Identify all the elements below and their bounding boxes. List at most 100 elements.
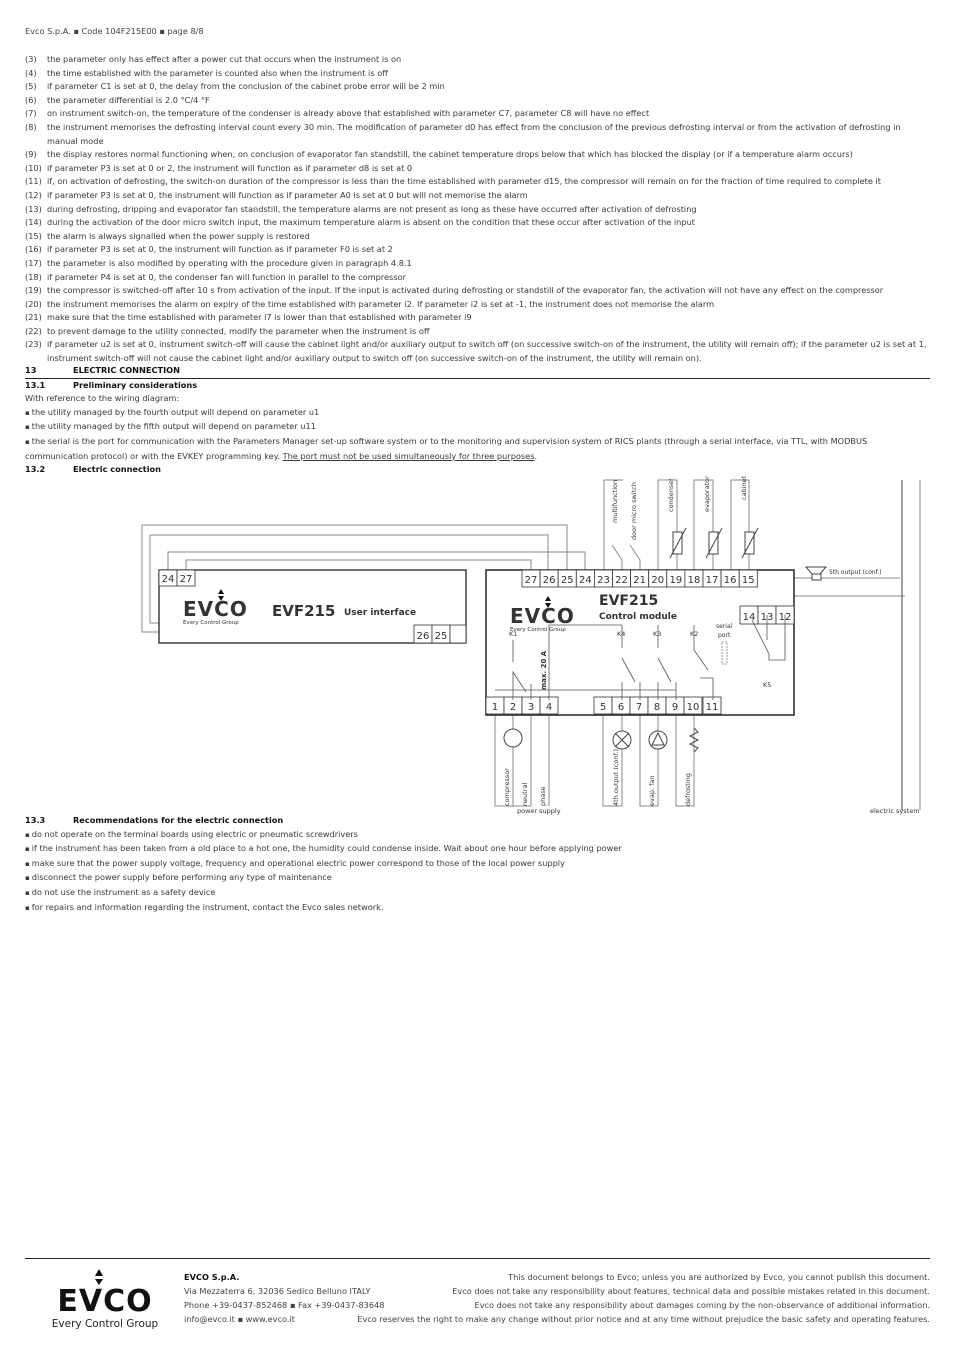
bullet-item: do not use the instrument as a safety de…	[25, 886, 930, 901]
relay-k5-label: K5	[763, 681, 771, 689]
svg-text:EVCO: EVCO	[57, 1284, 152, 1319]
output-label: compressor	[503, 768, 511, 806]
footnote-text: if parameter P3 is set at 0, the instrum…	[47, 244, 393, 255]
footnote-text: if, on activation of defrosting, the swi…	[47, 176, 881, 187]
footnote-number: (19)	[25, 285, 42, 296]
input-label: door micro switch	[630, 482, 638, 540]
svg-text:Every Control Group: Every Control Group	[52, 1318, 159, 1329]
footnote-text: if parameter P3 is set at 0 or 2, the in…	[47, 162, 413, 173]
cm-label: Control module	[599, 612, 677, 622]
footnote-number: (18)	[25, 271, 42, 282]
relay-k4-label: K4	[617, 630, 625, 638]
bullet-item: do not operate on the terminal boards us…	[25, 828, 930, 843]
footnote-item: (17) the parameter is also modified by op…	[25, 257, 930, 271]
footnote-item: (12) if parameter P3 is set at 0, the ins…	[25, 189, 930, 203]
footnote-number: (13)	[25, 203, 42, 214]
footnote-item: (19) the compressor is switched-off after…	[25, 284, 930, 298]
footnote-item: (21) make sure that the time established …	[25, 311, 930, 325]
ui-label: User interface	[344, 608, 416, 618]
footnote-text: the time established with the parameter …	[47, 67, 388, 78]
footnote-number: (12)	[25, 189, 42, 200]
footnote-number: (14)	[25, 217, 42, 228]
ui-terminal-label: 24	[162, 574, 175, 585]
footnote-number: (6)	[25, 94, 37, 105]
logo-wordmark: EVCO	[510, 604, 575, 628]
disclaimers: This document belongs to Evco; unless yo…	[357, 1272, 930, 1324]
footnote-item: (22) to prevent damage to the utility con…	[25, 325, 930, 339]
footnote-item: (15) the alarm is always signalled when t…	[25, 230, 930, 244]
bullet-item-serial: the serial is the port for communication…	[25, 435, 930, 463]
footnote-text: the alarm is always signalled when the p…	[47, 230, 310, 241]
wire	[167, 551, 586, 570]
output-label: neutral	[521, 783, 529, 806]
ui-terminal-label: 26	[417, 631, 430, 642]
cm-terminal-label: 1	[492, 702, 498, 713]
cm-terminal-label: 4	[546, 702, 552, 713]
cm-terminal-label: 6	[618, 702, 624, 713]
cm-terminal-label: 15	[742, 575, 755, 586]
cm-terminal-label: 22	[615, 575, 628, 586]
footnote-item: (10) if parameter P3 is set at 0 or 2, th…	[25, 162, 930, 176]
wire	[185, 559, 532, 570]
footnote-text: to prevent damage to the utility connect…	[47, 325, 430, 336]
footnote-number: (11)	[25, 176, 42, 187]
section-13-3: 13.3 Recommendations for the electric co…	[25, 814, 930, 915]
page-header: Evco S.p.A. ▪ Code 104F215E00 ▪ page 8/8	[25, 26, 204, 36]
cm-terminal-label: 2	[510, 702, 516, 713]
footnote-number: (9)	[25, 149, 37, 160]
footnote-item: (4) the time established with the paramet…	[25, 67, 930, 81]
fifth-output-label: 5th output (conf.)	[829, 569, 882, 576]
footnote-number: (7)	[25, 108, 37, 119]
serial-port-label: port	[718, 632, 731, 639]
cm-terminal-label: 19	[669, 575, 682, 586]
cm-terminal-label: 26	[543, 575, 556, 586]
footnote-number: (22)	[25, 325, 42, 336]
cm-terminal-label: 18	[688, 575, 701, 586]
footnote-text: the display restores normal functioning …	[47, 149, 853, 160]
footnote-item: (3) the parameter only has effect after a…	[25, 53, 930, 67]
footnote-number: (15)	[25, 230, 42, 241]
footnote-number: (8)	[25, 121, 37, 132]
bullet-item: the utility managed by the fifth output …	[25, 420, 930, 435]
wire	[629, 544, 641, 570]
footnote-text: on instrument switch-on, the temperature…	[47, 108, 650, 119]
cm-terminal-label: 9	[672, 702, 678, 713]
footnote-text: during the activation of the door micro …	[47, 217, 695, 228]
logo-wordmark: EVCO	[183, 597, 248, 621]
wire	[142, 524, 568, 570]
footnote-item: (6) the parameter differential is 2.0 °C/…	[25, 94, 930, 108]
input-label: condenser	[667, 478, 675, 512]
footnote-text: the instrument memorises the alarm on ex…	[47, 298, 715, 309]
input-label: multifunction	[611, 480, 619, 523]
footnote-text: if parameter P4 is set at 0, the condens…	[47, 271, 406, 282]
footnote-item: (16) if parameter P3 is set at 0, the ins…	[25, 243, 930, 257]
section-13: 13 ELECTRIC CONNECTION 13.1 Preliminary …	[25, 364, 930, 477]
bullet-item: if the instrument has been taken from a …	[25, 842, 930, 857]
ui-model: EVF215	[272, 602, 335, 620]
footnote-item: (11) if, on activation of defrosting, the…	[25, 175, 930, 189]
cm-terminal-label: 23	[597, 575, 610, 586]
cm-terminal-label: 25	[561, 575, 574, 586]
cm-terminal-label: 10	[687, 702, 700, 713]
cm-terminal-label: 14	[743, 612, 756, 623]
footnote-item: (13) during defrosting, dripping and evap…	[25, 203, 930, 217]
section-13-heading: 13 ELECTRIC CONNECTION	[25, 364, 930, 379]
relay-k1-label: K1	[509, 630, 517, 638]
input-label: cabinet	[740, 475, 748, 500]
ui-terminal-label: 27	[180, 574, 193, 585]
cm-terminal-label: 3	[528, 702, 534, 713]
section-13-1-heading: 13.1 Preliminary considerations	[25, 379, 198, 390]
relay-k3-label: K3	[653, 630, 661, 638]
bullet-item: disconnect the power supply before perfo…	[25, 871, 930, 886]
footnote-number: (20)	[25, 298, 42, 309]
footnote-text: if parameter P3 is set at 0, the instrum…	[47, 189, 528, 200]
wiring-intro: With reference to the wiring diagram:	[25, 393, 180, 404]
logo-tagline: Every Control Group	[183, 620, 239, 626]
footnote-item: (5) if parameter C1 is set at 0, the dela…	[25, 80, 930, 94]
footnote-number: (4)	[25, 67, 37, 78]
section-13-3-heading: 13.3 Recommendations for the electric co…	[25, 815, 284, 825]
speaker-icon	[804, 566, 828, 575]
footnote-text: the parameter is also modified by operat…	[47, 257, 412, 268]
footnote-item: (20) the instrument memorises the alarm o…	[25, 298, 930, 312]
cm-terminal-label: 7	[636, 702, 642, 713]
